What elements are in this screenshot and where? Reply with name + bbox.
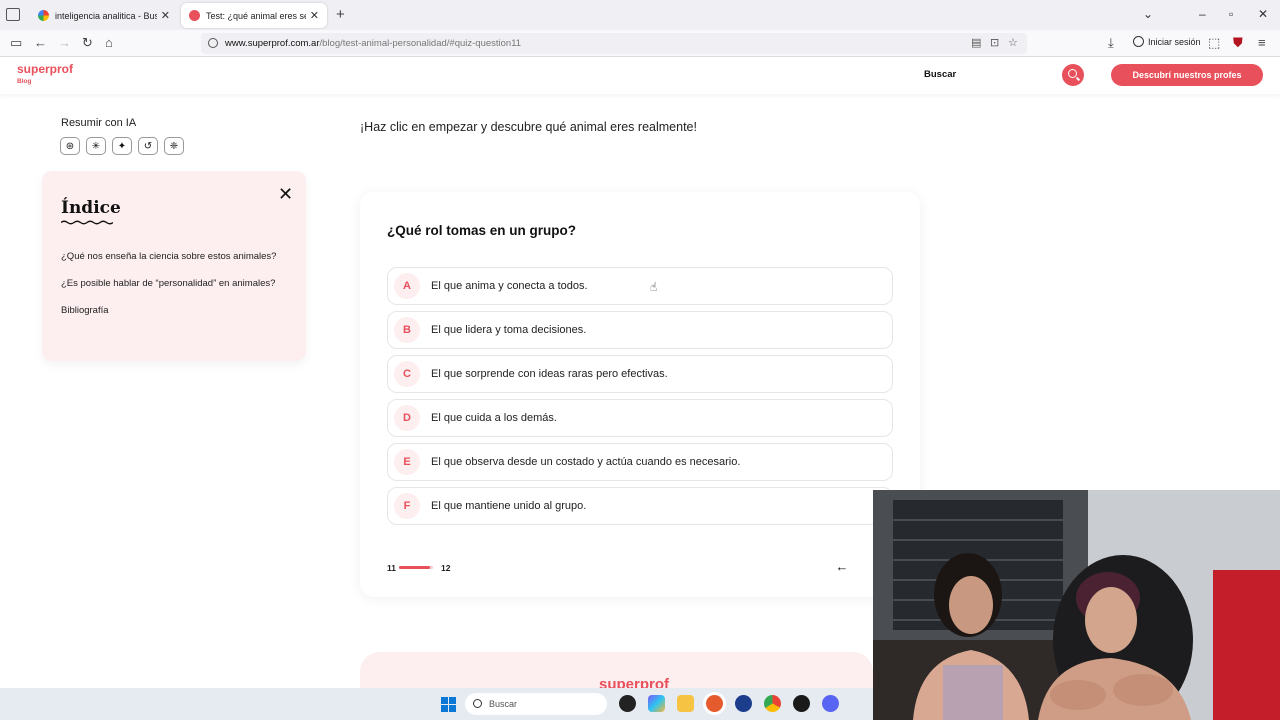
option-letter: D — [394, 405, 420, 431]
index-item[interactable]: ¿Es posible hablar de “personalidad” en … — [61, 278, 275, 289]
home-icon[interactable]: ⌂ — [105, 35, 113, 50]
sign-in-label: Iniciar sesión — [1148, 36, 1201, 47]
option-text: El que observa desde un costado y actúa … — [431, 456, 741, 468]
quiz-intro-text: ¡Haz clic en empezar y descubre qué anim… — [360, 120, 697, 134]
taskbar-search[interactable]: Buscar — [465, 693, 607, 715]
quiz-option-a[interactable]: A El que anima y conecta a todos. — [387, 267, 893, 305]
github-app-icon[interactable] — [619, 695, 636, 712]
claude-icon[interactable]: ✳ — [86, 137, 106, 155]
site-info-icon[interactable] — [208, 38, 218, 48]
sidebar-toggle-icon[interactable]: ▭ — [10, 35, 22, 51]
option-letter: C — [394, 361, 420, 387]
sign-in-button[interactable]: Iniciar sesión — [1133, 36, 1201, 47]
quiz-option-b[interactable]: B El que lidera y toma decisiones. — [387, 311, 893, 349]
account-icon — [1133, 36, 1144, 47]
option-text: El que sorprende con ideas raras pero ef… — [431, 368, 668, 380]
gemini-icon[interactable]: ✦ — [112, 137, 132, 155]
quiz-card: ¿Qué rol tomas en un grupo? A El que ani… — [360, 192, 920, 597]
quiz-option-d[interactable]: D El que cuida a los demás. — [387, 399, 893, 437]
option-letter: E — [394, 449, 420, 475]
ai-summary-buttons: ⊛ ✳ ✦ ↺ ❈ — [60, 137, 184, 155]
windows-taskbar: Buscar — [0, 688, 873, 720]
index-item[interactable]: Bibliografía — [61, 305, 109, 316]
option-text: El que cuida a los demás. — [431, 412, 557, 424]
site-header: superprof Blog Buscar Descubrí nuestros … — [0, 57, 1280, 94]
tab-overflow-chevron-icon[interactable]: ⌄ — [1143, 7, 1153, 21]
index-title: Índice — [61, 198, 121, 218]
reload-icon[interactable]: ↻ — [82, 35, 93, 51]
save-page-icon[interactable]: ⊡ — [990, 36, 999, 49]
discord-app-icon[interactable] — [822, 695, 839, 712]
minimize-icon[interactable]: – — [1199, 7, 1206, 21]
firefox-app-icon[interactable] — [706, 695, 723, 712]
windows-start-icon[interactable] — [441, 697, 456, 712]
bookmark-star-icon[interactable]: ☆ — [1008, 36, 1018, 49]
extensions-icon[interactable]: ⬚ — [1208, 35, 1220, 51]
blog-label: Blog — [17, 78, 32, 85]
discover-teachers-button[interactable]: Descubrí nuestros profes — [1111, 64, 1263, 86]
url-bar[interactable]: www.superprof.com.ar/blog/test-animal-pe… — [201, 33, 1027, 54]
copilot-app-icon[interactable] — [648, 695, 665, 712]
back-icon[interactable]: ← — [34, 35, 47, 50]
table-of-contents: Índice ✕ ¿Qué nos enseña la ciencia sobr… — [42, 171, 306, 361]
search-label[interactable]: Buscar — [924, 69, 956, 80]
close-tab-icon[interactable]: ✕ — [161, 9, 170, 22]
option-text: El que anima y conecta a todos. — [431, 280, 588, 292]
search-button[interactable] — [1062, 64, 1084, 86]
webcam-scene — [873, 490, 1280, 720]
title-underline-icon — [61, 220, 113, 225]
summarize-with-ai-label: Resumir con IA — [61, 117, 137, 129]
file-explorer-icon[interactable] — [677, 695, 694, 712]
google-icon — [38, 10, 49, 21]
progress-current: 11 — [387, 563, 396, 573]
option-text: El que mantiene unido al grupo. — [431, 500, 587, 512]
progress-total: 12 — [441, 563, 451, 573]
grok-icon[interactable]: ❈ — [164, 137, 184, 155]
close-window-icon[interactable]: ✕ — [1258, 7, 1268, 21]
reader-view-icon[interactable]: ▤ — [971, 36, 981, 49]
ublock-icon[interactable]: ⛊ — [1233, 35, 1243, 51]
previous-question-button[interactable]: ← — [830, 554, 854, 578]
taskbar-search-placeholder: Buscar — [489, 699, 518, 709]
option-letter: A — [394, 273, 420, 299]
perplexity-icon[interactable]: ↺ — [138, 137, 158, 155]
new-tab-icon[interactable]: + — [336, 6, 345, 23]
downloads-icon[interactable]: ⤓ — [1108, 35, 1114, 51]
close-tab-icon[interactable]: ✕ — [310, 9, 319, 22]
tab-superprof-quiz[interactable]: Test: ¿qué animal eres según tu ✕ — [181, 3, 327, 28]
quiz-option-e[interactable]: E El que observa desde un costado y actú… — [387, 443, 893, 481]
tab-title: Test: ¿qué animal eres según tu — [206, 10, 306, 21]
url-host: www.superprof.com.ar — [225, 38, 320, 49]
forward-icon[interactable]: → — [58, 35, 71, 50]
superprof-logo[interactable]: superprof — [17, 62, 73, 76]
close-icon[interactable]: ✕ — [278, 184, 293, 205]
index-item[interactable]: ¿Qué nos enseña la ciencia sobre estos a… — [61, 251, 276, 262]
tab-list-icon[interactable] — [6, 8, 20, 21]
tab-google-search[interactable]: inteligencia analitica - Buscar c ✕ — [30, 3, 178, 28]
option-letter: F — [394, 493, 420, 519]
quiz-question: ¿Qué rol tomas en un grupo? — [387, 223, 576, 238]
openai-icon[interactable]: ⊛ — [60, 137, 80, 155]
superprof-icon — [189, 10, 200, 21]
hand-cursor-icon: ☝ — [650, 280, 658, 294]
url-path: /blog/test-animal-personalidad/#quiz-que… — [319, 38, 522, 49]
ea-app-icon[interactable] — [735, 695, 752, 712]
tab-title: inteligencia analitica - Buscar c — [55, 10, 157, 21]
webcam-overlay — [873, 490, 1280, 720]
quiz-option-f[interactable]: F El que mantiene unido al grupo. — [387, 487, 893, 525]
menu-icon[interactable]: ≡ — [1258, 35, 1266, 50]
browser-tab-bar: inteligencia analitica - Buscar c ✕ Test… — [0, 0, 1280, 30]
browser-nav-bar: ▭ ← → ↻ ⌂ www.superprof.com.ar/blog/test… — [0, 30, 1280, 57]
progress-fill — [399, 566, 431, 569]
quiz-option-c[interactable]: C El que sorprende con ideas raras pero … — [387, 355, 893, 393]
maximize-icon[interactable]: ▫ — [1229, 7, 1233, 21]
option-letter: B — [394, 317, 420, 343]
progress-bar — [399, 566, 433, 569]
steam-app-icon[interactable] — [793, 695, 810, 712]
chrome-app-icon[interactable] — [764, 695, 781, 712]
option-text: El que lidera y toma decisiones. — [431, 324, 587, 336]
